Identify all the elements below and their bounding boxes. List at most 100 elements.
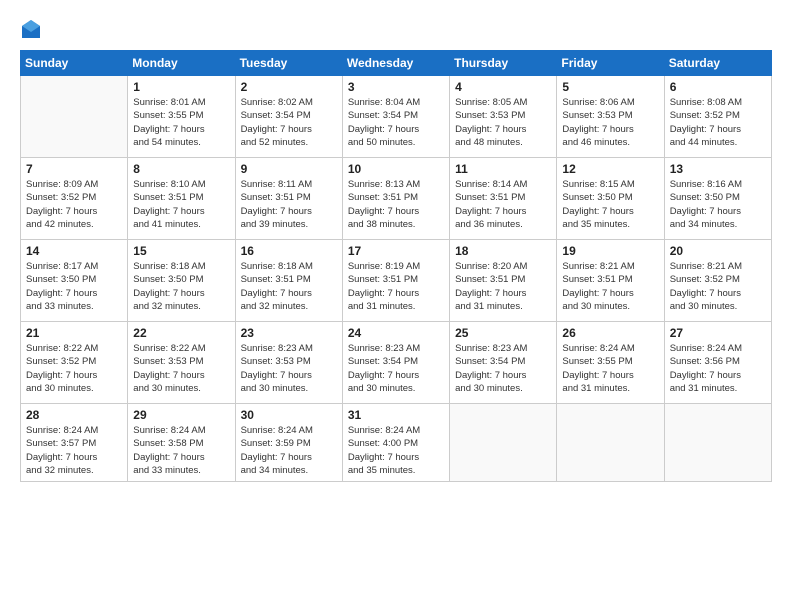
day-number: 1 bbox=[133, 80, 229, 94]
day-info: Sunrise: 8:23 AMSunset: 3:54 PMDaylight:… bbox=[455, 342, 551, 395]
day-info: Sunrise: 8:22 AMSunset: 3:53 PMDaylight:… bbox=[133, 342, 229, 395]
day-info: Sunrise: 8:18 AMSunset: 3:50 PMDaylight:… bbox=[133, 260, 229, 313]
day-number: 29 bbox=[133, 408, 229, 422]
day-info: Sunrise: 8:20 AMSunset: 3:51 PMDaylight:… bbox=[455, 260, 551, 313]
calendar-week-row: 28 Sunrise: 8:24 AMSunset: 3:57 PMDayligh… bbox=[21, 404, 772, 482]
day-number: 19 bbox=[562, 244, 658, 258]
day-number: 8 bbox=[133, 162, 229, 176]
day-number: 23 bbox=[241, 326, 337, 340]
calendar-cell: 3Sunrise: 8:04 AMSunset: 3:54 PMDaylight… bbox=[342, 76, 449, 158]
day-number: 6 bbox=[670, 80, 766, 94]
calendar-week-row: 21 Sunrise: 8:22 AMSunset: 3:52 PMDayligh… bbox=[21, 322, 772, 404]
day-number: 26 bbox=[562, 326, 658, 340]
day-number: 31 bbox=[348, 408, 444, 422]
calendar-cell: 18 Sunrise: 8:20 AMSunset: 3:51 PMDayligh… bbox=[450, 240, 557, 322]
calendar-cell: 24 Sunrise: 8:23 AMSunset: 3:54 PMDayligh… bbox=[342, 322, 449, 404]
calendar-cell: 15 Sunrise: 8:18 AMSunset: 3:50 PMDayligh… bbox=[128, 240, 235, 322]
day-info: Sunrise: 8:15 AMSunset: 3:50 PMDaylight:… bbox=[562, 178, 658, 231]
day-info: Sunrise: 8:18 AMSunset: 3:51 PMDaylight:… bbox=[241, 260, 337, 313]
day-number: 20 bbox=[670, 244, 766, 258]
calendar-cell: 14Sunrise: 8:17 AMSunset: 3:50 PMDayligh… bbox=[21, 240, 128, 322]
column-header-monday: Monday bbox=[128, 51, 235, 76]
calendar-cell: 22 Sunrise: 8:22 AMSunset: 3:53 PMDayligh… bbox=[128, 322, 235, 404]
day-number: 12 bbox=[562, 162, 658, 176]
day-info: Sunrise: 8:06 AMSunset: 3:53 PMDaylight:… bbox=[562, 96, 658, 149]
calendar-cell: 25 Sunrise: 8:23 AMSunset: 3:54 PMDayligh… bbox=[450, 322, 557, 404]
day-info: Sunrise: 8:24 AMSunset: 4:00 PMDaylight:… bbox=[348, 424, 444, 477]
day-number: 15 bbox=[133, 244, 229, 258]
day-number: 18 bbox=[455, 244, 551, 258]
day-number: 4 bbox=[455, 80, 551, 94]
calendar-cell: 29Sunrise: 8:24 AMSunset: 3:58 PMDayligh… bbox=[128, 404, 235, 482]
calendar-cell: 11 Sunrise: 8:14 AMSunset: 3:51 PMDayligh… bbox=[450, 158, 557, 240]
calendar-cell: 21 Sunrise: 8:22 AMSunset: 3:52 PMDayligh… bbox=[21, 322, 128, 404]
day-info: Sunrise: 8:24 AMSunset: 3:56 PMDaylight:… bbox=[670, 342, 766, 395]
column-header-sunday: Sunday bbox=[21, 51, 128, 76]
calendar-week-row: 1 Sunrise: 8:01 AMSunset: 3:55 PMDaylight… bbox=[21, 76, 772, 158]
calendar-cell bbox=[21, 76, 128, 158]
day-number: 24 bbox=[348, 326, 444, 340]
calendar-cell: 2 Sunrise: 8:02 AMSunset: 3:54 PMDaylight… bbox=[235, 76, 342, 158]
calendar-cell: 30 Sunrise: 8:24 AMSunset: 3:59 PMDayligh… bbox=[235, 404, 342, 482]
day-info: Sunrise: 8:01 AMSunset: 3:55 PMDaylight:… bbox=[133, 96, 229, 149]
column-header-saturday: Saturday bbox=[664, 51, 771, 76]
day-info: Sunrise: 8:24 AMSunset: 3:55 PMDaylight:… bbox=[562, 342, 658, 395]
calendar-cell: 10Sunrise: 8:13 AMSunset: 3:51 PMDayligh… bbox=[342, 158, 449, 240]
day-number: 30 bbox=[241, 408, 337, 422]
calendar: SundayMondayTuesdayWednesdayThursdayFrid… bbox=[20, 50, 772, 482]
day-info: Sunrise: 8:10 AMSunset: 3:51 PMDaylight:… bbox=[133, 178, 229, 231]
calendar-cell: 26 Sunrise: 8:24 AMSunset: 3:55 PMDayligh… bbox=[557, 322, 664, 404]
calendar-cell: 1 Sunrise: 8:01 AMSunset: 3:55 PMDaylight… bbox=[128, 76, 235, 158]
calendar-cell bbox=[450, 404, 557, 482]
day-number: 27 bbox=[670, 326, 766, 340]
calendar-cell: 8 Sunrise: 8:10 AMSunset: 3:51 PMDaylight… bbox=[128, 158, 235, 240]
day-number: 5 bbox=[562, 80, 658, 94]
day-number: 2 bbox=[241, 80, 337, 94]
day-info: Sunrise: 8:21 AMSunset: 3:51 PMDaylight:… bbox=[562, 260, 658, 313]
calendar-cell: 6Sunrise: 8:08 AMSunset: 3:52 PMDaylight… bbox=[664, 76, 771, 158]
day-number: 25 bbox=[455, 326, 551, 340]
day-info: Sunrise: 8:11 AMSunset: 3:51 PMDaylight:… bbox=[241, 178, 337, 231]
page: SundayMondayTuesdayWednesdayThursdayFrid… bbox=[0, 0, 792, 612]
day-info: Sunrise: 8:19 AMSunset: 3:51 PMDaylight:… bbox=[348, 260, 444, 313]
column-header-wednesday: Wednesday bbox=[342, 51, 449, 76]
day-number: 16 bbox=[241, 244, 337, 258]
day-info: Sunrise: 8:14 AMSunset: 3:51 PMDaylight:… bbox=[455, 178, 551, 231]
day-number: 21 bbox=[26, 326, 122, 340]
day-info: Sunrise: 8:16 AMSunset: 3:50 PMDaylight:… bbox=[670, 178, 766, 231]
column-header-thursday: Thursday bbox=[450, 51, 557, 76]
day-info: Sunrise: 8:23 AMSunset: 3:54 PMDaylight:… bbox=[348, 342, 444, 395]
calendar-week-row: 14Sunrise: 8:17 AMSunset: 3:50 PMDayligh… bbox=[21, 240, 772, 322]
day-number: 13 bbox=[670, 162, 766, 176]
logo bbox=[20, 18, 46, 40]
calendar-cell: 20 Sunrise: 8:21 AMSunset: 3:52 PMDayligh… bbox=[664, 240, 771, 322]
day-info: Sunrise: 8:02 AMSunset: 3:54 PMDaylight:… bbox=[241, 96, 337, 149]
day-number: 17 bbox=[348, 244, 444, 258]
calendar-cell: 5 Sunrise: 8:06 AMSunset: 3:53 PMDaylight… bbox=[557, 76, 664, 158]
calendar-week-row: 7 Sunrise: 8:09 AMSunset: 3:52 PMDaylight… bbox=[21, 158, 772, 240]
day-number: 14 bbox=[26, 244, 122, 258]
day-number: 22 bbox=[133, 326, 229, 340]
day-info: Sunrise: 8:09 AMSunset: 3:52 PMDaylight:… bbox=[26, 178, 122, 231]
calendar-cell: 16 Sunrise: 8:18 AMSunset: 3:51 PMDayligh… bbox=[235, 240, 342, 322]
calendar-cell: 19 Sunrise: 8:21 AMSunset: 3:51 PMDayligh… bbox=[557, 240, 664, 322]
calendar-cell: 4Sunrise: 8:05 AMSunset: 3:53 PMDaylight… bbox=[450, 76, 557, 158]
column-header-tuesday: Tuesday bbox=[235, 51, 342, 76]
day-number: 10 bbox=[348, 162, 444, 176]
calendar-cell: 23 Sunrise: 8:23 AMSunset: 3:53 PMDayligh… bbox=[235, 322, 342, 404]
day-number: 7 bbox=[26, 162, 122, 176]
day-info: Sunrise: 8:24 AMSunset: 3:57 PMDaylight:… bbox=[26, 424, 122, 477]
header bbox=[20, 18, 772, 40]
calendar-cell: 7 Sunrise: 8:09 AMSunset: 3:52 PMDaylight… bbox=[21, 158, 128, 240]
day-number: 28 bbox=[26, 408, 122, 422]
day-info: Sunrise: 8:21 AMSunset: 3:52 PMDaylight:… bbox=[670, 260, 766, 313]
day-info: Sunrise: 8:22 AMSunset: 3:52 PMDaylight:… bbox=[26, 342, 122, 395]
column-header-friday: Friday bbox=[557, 51, 664, 76]
day-number: 11 bbox=[455, 162, 551, 176]
day-info: Sunrise: 8:04 AMSunset: 3:54 PMDaylight:… bbox=[348, 96, 444, 149]
calendar-cell: 17 Sunrise: 8:19 AMSunset: 3:51 PMDayligh… bbox=[342, 240, 449, 322]
calendar-cell: 31 Sunrise: 8:24 AMSunset: 4:00 PMDayligh… bbox=[342, 404, 449, 482]
day-info: Sunrise: 8:23 AMSunset: 3:53 PMDaylight:… bbox=[241, 342, 337, 395]
calendar-cell: 9Sunrise: 8:11 AMSunset: 3:51 PMDaylight… bbox=[235, 158, 342, 240]
day-info: Sunrise: 8:24 AMSunset: 3:59 PMDaylight:… bbox=[241, 424, 337, 477]
